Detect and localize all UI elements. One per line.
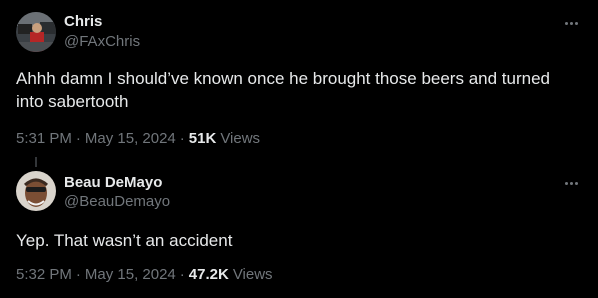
more-dot [569,21,573,25]
tweet[interactable]: Chris @FAxChris Ahhh damn I should’ve kn… [0,0,598,155]
tweet-time[interactable]: 5:32 PM [16,266,72,283]
tweet-text: Ahhh damn I should’ve known once he brou… [16,69,550,111]
more-horizontal-icon[interactable] [560,174,582,192]
avatar[interactable] [16,12,56,52]
tweet-thread: Chris @FAxChris Ahhh damn I should’ve kn… [0,0,598,298]
tweet-date[interactable]: May 15, 2024 [85,266,176,283]
more-dot [564,21,568,25]
views-label: Views [220,130,261,147]
views-label: Views [232,266,273,283]
separator: · [179,130,185,147]
more-dot [569,181,573,185]
author-handle[interactable]: @FAxChris [64,33,140,50]
author-name[interactable]: Beau DeMayo [64,174,162,191]
author-name[interactable]: Chris [64,13,102,30]
views-count[interactable]: 51K [189,130,217,147]
separator: · [75,130,81,147]
tweet-text: Yep. That wasn’t an accident [16,231,233,250]
tweet-date[interactable]: May 15, 2024 [85,130,176,147]
more-dot [564,181,568,185]
views-count[interactable]: 47.2K [189,266,229,283]
more-horizontal-icon[interactable] [560,14,582,32]
avatar-image [16,12,56,52]
avatar[interactable] [16,171,56,211]
tweet-meta: 5:31 PM · May 15, 2024 · 51K Views [16,130,260,147]
more-dot [574,181,578,185]
author-handle[interactable]: @BeauDemayo [64,193,170,210]
tweet-meta: 5:32 PM · May 15, 2024 · 47.2K Views [16,266,273,283]
avatar-image [16,171,56,211]
tweet-time[interactable]: 5:31 PM [16,130,72,147]
more-dot [574,21,578,25]
separator: · [75,266,81,283]
separator: · [179,266,185,283]
tweet[interactable]: Beau DeMayo @BeauDemayo Yep. That wasn’t… [0,158,598,298]
